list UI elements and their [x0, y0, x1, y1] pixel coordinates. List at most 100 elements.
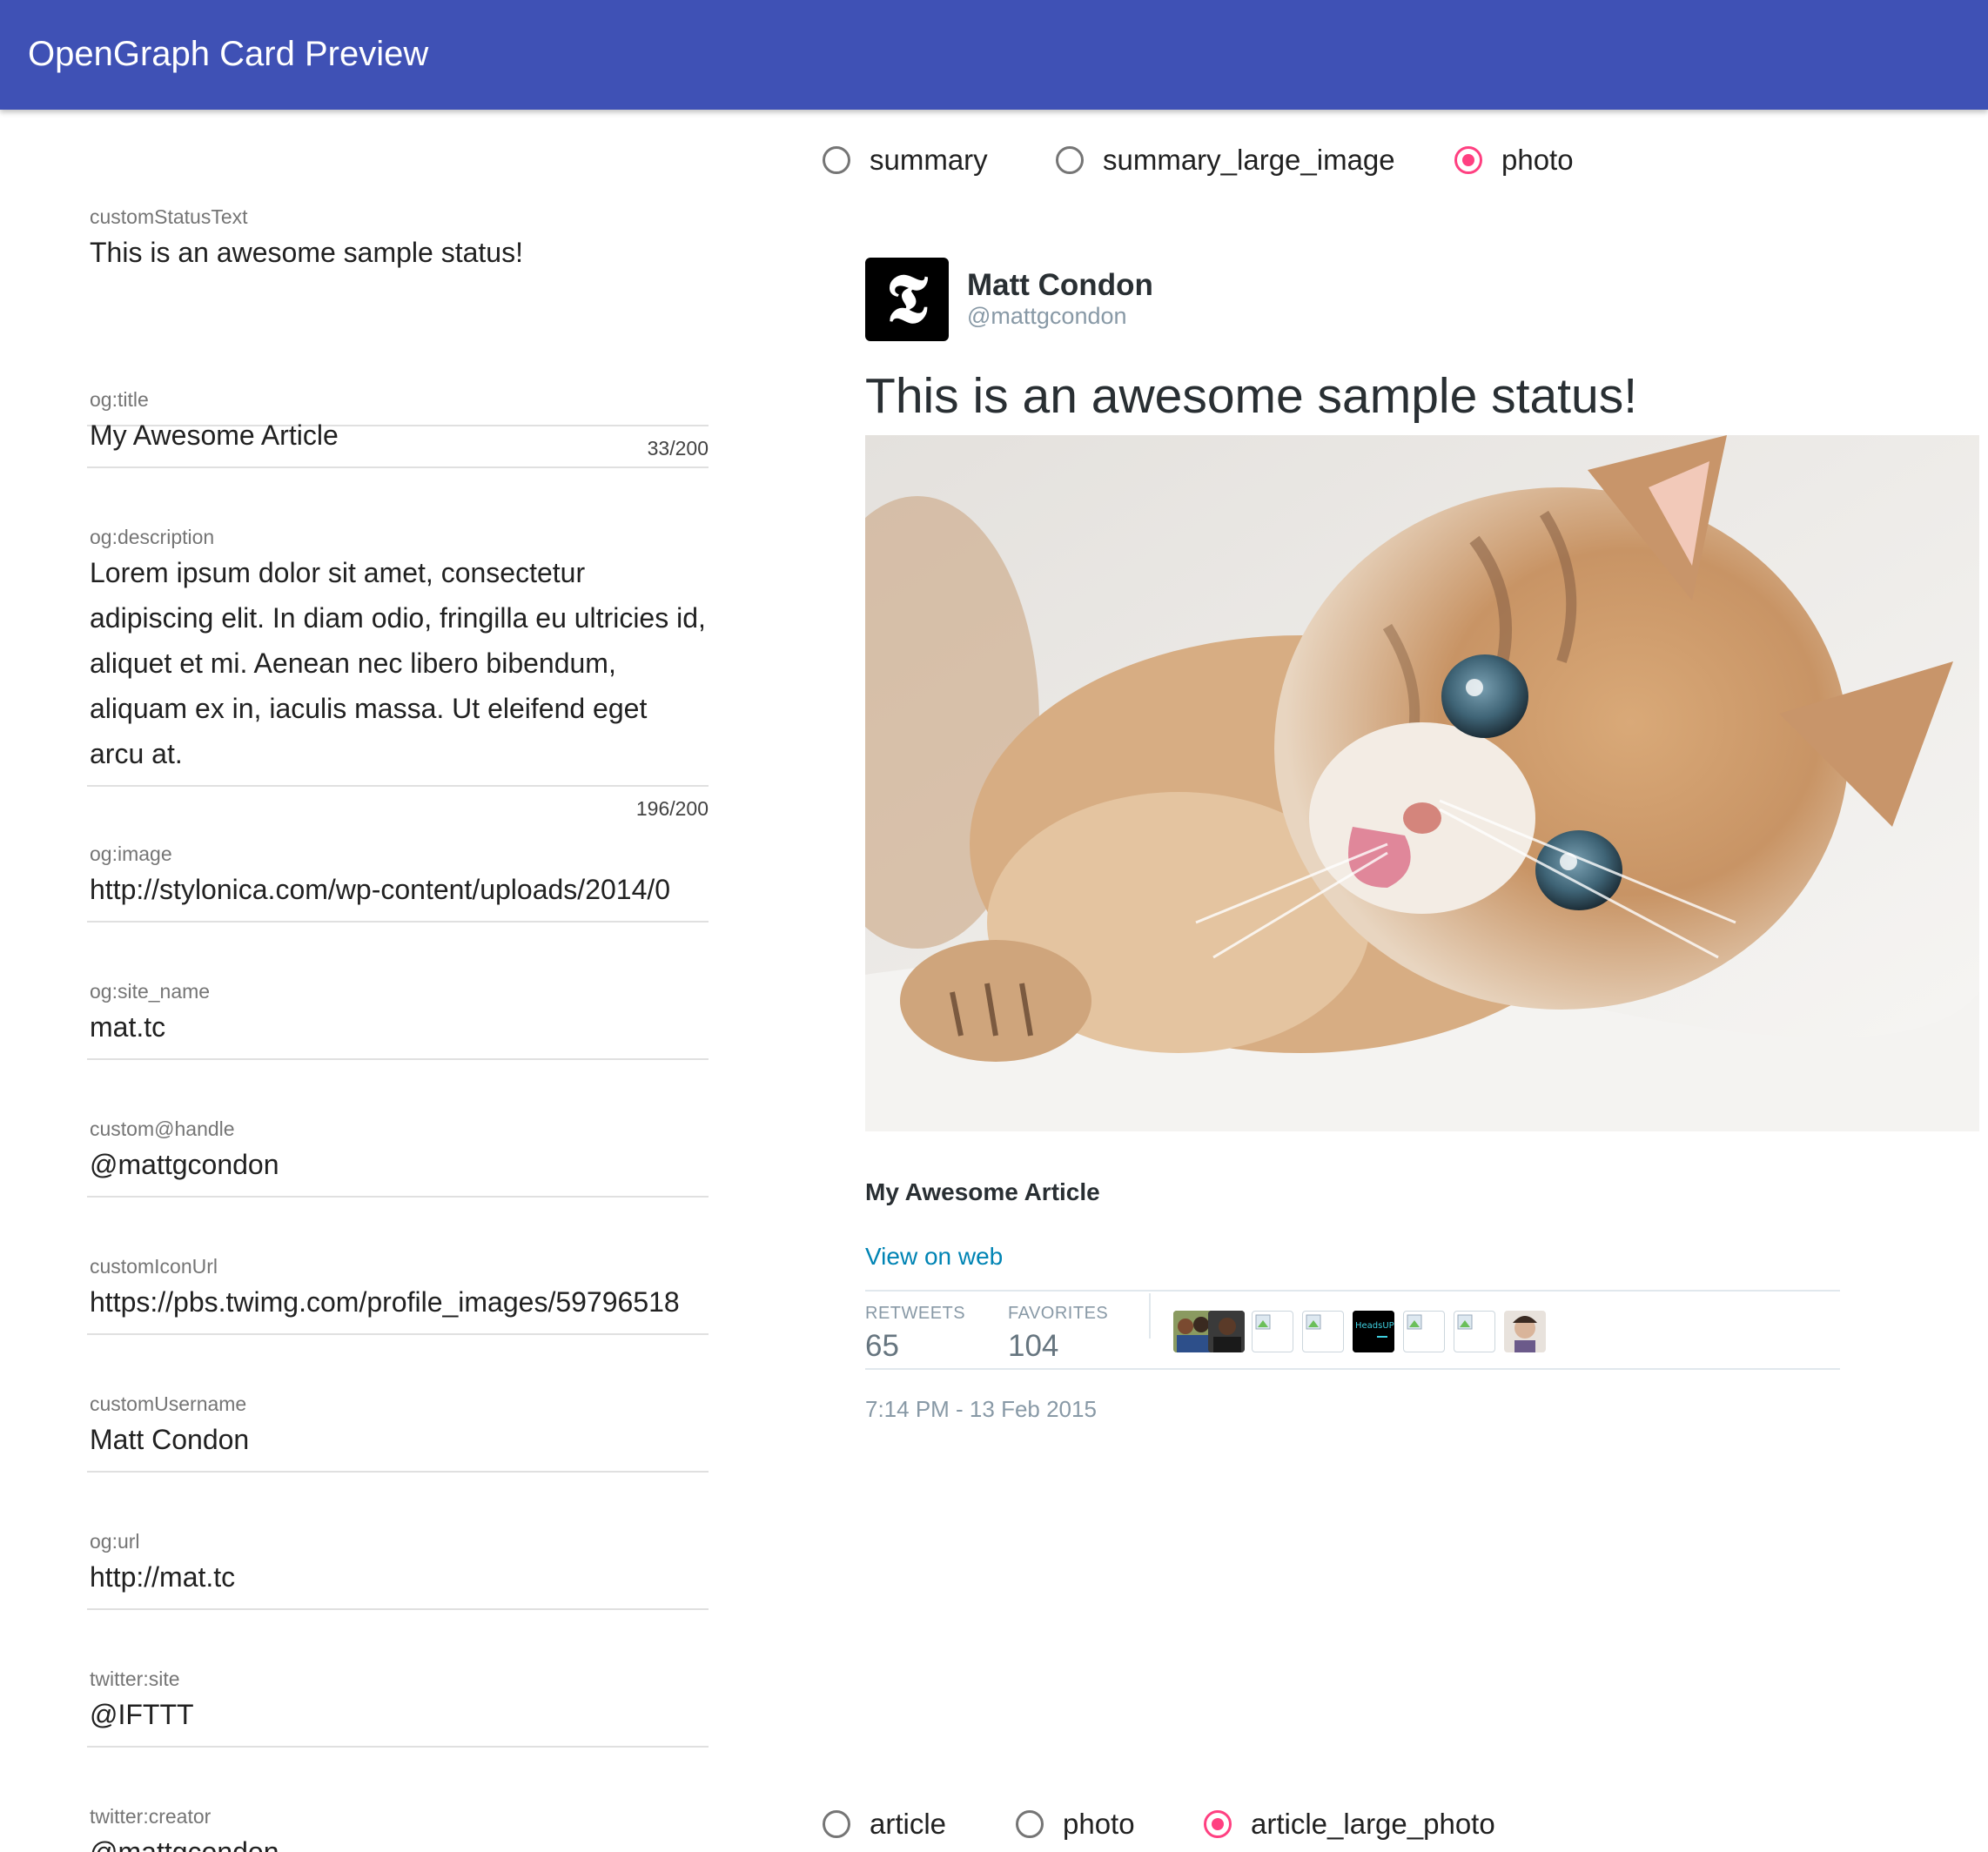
avatar-thumb[interactable]	[1208, 1311, 1245, 1352]
radio-label: article	[870, 1808, 947, 1840]
char-counter: 196/200	[635, 797, 709, 820]
custom-handle-field[interactable]: custom@handle @mattgcondon	[87, 1117, 709, 1204]
radio-label: photo	[1063, 1808, 1135, 1840]
radio-photo[interactable]: photo	[1454, 134, 1574, 186]
field-underline	[87, 1746, 709, 1748]
radio-checked-icon	[1204, 1810, 1232, 1838]
og-title-field[interactable]: og:title My Awesome Article	[87, 388, 709, 475]
field-underline	[87, 1196, 709, 1198]
kitten-photo-icon	[865, 435, 1979, 1131]
broken-image-icon	[1457, 1314, 1473, 1330]
layout-radio-group: article photo article_large_photo	[823, 1798, 1954, 1850]
field-label: custom@handle	[90, 1117, 235, 1140]
person-photo-icon	[1208, 1311, 1245, 1352]
radio-circle-icon	[823, 146, 850, 174]
card-title: My Awesome Article	[865, 1178, 1100, 1205]
field-label: og:title	[90, 388, 149, 411]
field-label: og:site_name	[90, 980, 211, 1003]
avatar-thumb[interactable]: HeadsUP!	[1353, 1311, 1394, 1352]
field-input[interactable]: @mattgcondon	[90, 1149, 709, 1181]
field-input[interactable]: Matt Condon	[90, 1424, 709, 1456]
custom-icon-url-field[interactable]: customIconUrl https://pbs.twimg.com/prof…	[87, 1255, 709, 1342]
broken-image-icon	[1306, 1314, 1321, 1330]
favorites-label: FAVORITES	[1008, 1304, 1109, 1323]
avatar-thumb[interactable]	[1252, 1311, 1293, 1352]
radio-article-large-photo[interactable]: article_large_photo	[1204, 1798, 1495, 1850]
og-form: customStatusText This is an awesome samp…	[0, 110, 714, 1852]
stats-divider-top	[865, 1290, 1840, 1292]
user-handle[interactable]: @mattgcondon	[967, 303, 1127, 330]
app-title: OpenGraph Card Preview	[28, 35, 429, 73]
field-input[interactable]: @mattgcondon	[90, 1836, 709, 1852]
radio-circle-icon	[823, 1810, 850, 1838]
stats-vertical-divider	[1149, 1293, 1151, 1339]
avatar[interactable]: 𝕿	[865, 258, 949, 341]
broken-image-icon	[1255, 1314, 1271, 1330]
twitter-site-field[interactable]: twitter:site @IFTTT	[87, 1667, 709, 1755]
view-on-web-link[interactable]: View on web	[865, 1243, 1003, 1271]
radio-circle-icon	[1056, 146, 1084, 174]
custom-status-text-field[interactable]: customStatusText This is an awesome samp…	[87, 205, 709, 460]
field-underline	[87, 466, 709, 468]
stats-divider-bottom	[865, 1368, 1840, 1370]
field-underline	[87, 1471, 709, 1473]
field-underline	[87, 1608, 709, 1610]
headsup-logo-icon: HeadsUP!	[1353, 1311, 1394, 1352]
field-input[interactable]: mat.tc	[90, 1011, 709, 1043]
avatar-thumb[interactable]	[1403, 1311, 1445, 1352]
field-input[interactable]: http://stylonica.com/wp-content/uploads/…	[90, 874, 709, 906]
field-underline	[87, 921, 709, 923]
field-label: og:url	[90, 1530, 140, 1553]
radio-label: summary_large_image	[1103, 144, 1395, 176]
app-bar: OpenGraph Card Preview	[0, 0, 1988, 110]
tweet-timestamp[interactable]: 7:14 PM - 13 Feb 2015	[865, 1396, 1097, 1423]
favorites-count: 104	[1008, 1329, 1059, 1363]
retweets-count: 65	[865, 1329, 899, 1363]
avatar-thumb[interactable]	[1454, 1311, 1495, 1352]
radio-label: article_large_photo	[1251, 1808, 1495, 1840]
broken-image-icon	[1407, 1314, 1422, 1330]
field-input[interactable]: @IFTTT	[90, 1699, 709, 1731]
kitten-photo[interactable]	[865, 435, 1979, 1131]
card-type-radio-group: summary summary_large_image photo	[823, 134, 1954, 186]
field-label: og:description	[90, 526, 215, 548]
field-input[interactable]: https://pbs.twimg.com/profile_images/597…	[90, 1286, 709, 1319]
newspaper-logo-icon: 𝕿	[886, 259, 928, 339]
field-textarea[interactable]: Lorem ipsum dolor sit amet, consectetur …	[90, 550, 709, 776]
user-name[interactable]: Matt Condon	[967, 268, 1153, 303]
radio-label: photo	[1501, 144, 1574, 176]
retweets-stat[interactable]: RETWEETS 65	[865, 1304, 965, 1364]
field-label: customUsername	[90, 1392, 247, 1415]
field-label: og:image	[90, 842, 172, 865]
radio-label: summary	[870, 144, 988, 176]
field-input[interactable]: My Awesome Article	[90, 419, 709, 452]
og-image-field[interactable]: og:image http://stylonica.com/wp-content…	[87, 842, 709, 929]
og-site-name-field[interactable]: og:site_name mat.tc	[87, 980, 709, 1067]
avatar-thumb[interactable]	[1302, 1311, 1344, 1352]
field-label: twitter:creator	[90, 1805, 212, 1828]
field-label: customStatusText	[90, 205, 248, 228]
field-input[interactable]: http://mat.tc	[90, 1561, 709, 1594]
field-underline	[87, 785, 709, 787]
tweet-status-text: This is an awesome sample status!	[865, 368, 1638, 424]
custom-username-field[interactable]: customUsername Matt Condon	[87, 1392, 709, 1480]
field-underline	[87, 1058, 709, 1060]
radio-article[interactable]: article	[823, 1798, 946, 1850]
field-underline	[87, 1333, 709, 1335]
radio-summary-large-image[interactable]: summary_large_image	[1056, 134, 1395, 186]
avatar-thumb[interactable]	[1504, 1311, 1546, 1352]
og-url-field[interactable]: og:url http://mat.tc	[87, 1530, 709, 1617]
radio-checked-icon	[1454, 146, 1482, 174]
field-input[interactable]: This is an awesome sample status!	[90, 237, 709, 269]
field-label: twitter:site	[90, 1667, 180, 1690]
og-description-field[interactable]: og:description Lorem ipsum dolor sit ame…	[87, 526, 709, 822]
person-photo-icon	[1504, 1311, 1546, 1352]
radio-circle-icon	[1016, 1810, 1044, 1838]
radio-photo-layout[interactable]: photo	[1016, 1798, 1135, 1850]
favorites-stat[interactable]: FAVORITES 104	[1008, 1304, 1108, 1364]
twitter-creator-field[interactable]: twitter:creator @mattgcondon	[87, 1805, 709, 1852]
retweets-label: RETWEETS	[865, 1304, 966, 1323]
field-label: customIconUrl	[90, 1255, 218, 1278]
faces-text: HeadsUP!	[1355, 1321, 1394, 1331]
radio-summary[interactable]: summary	[823, 134, 988, 186]
